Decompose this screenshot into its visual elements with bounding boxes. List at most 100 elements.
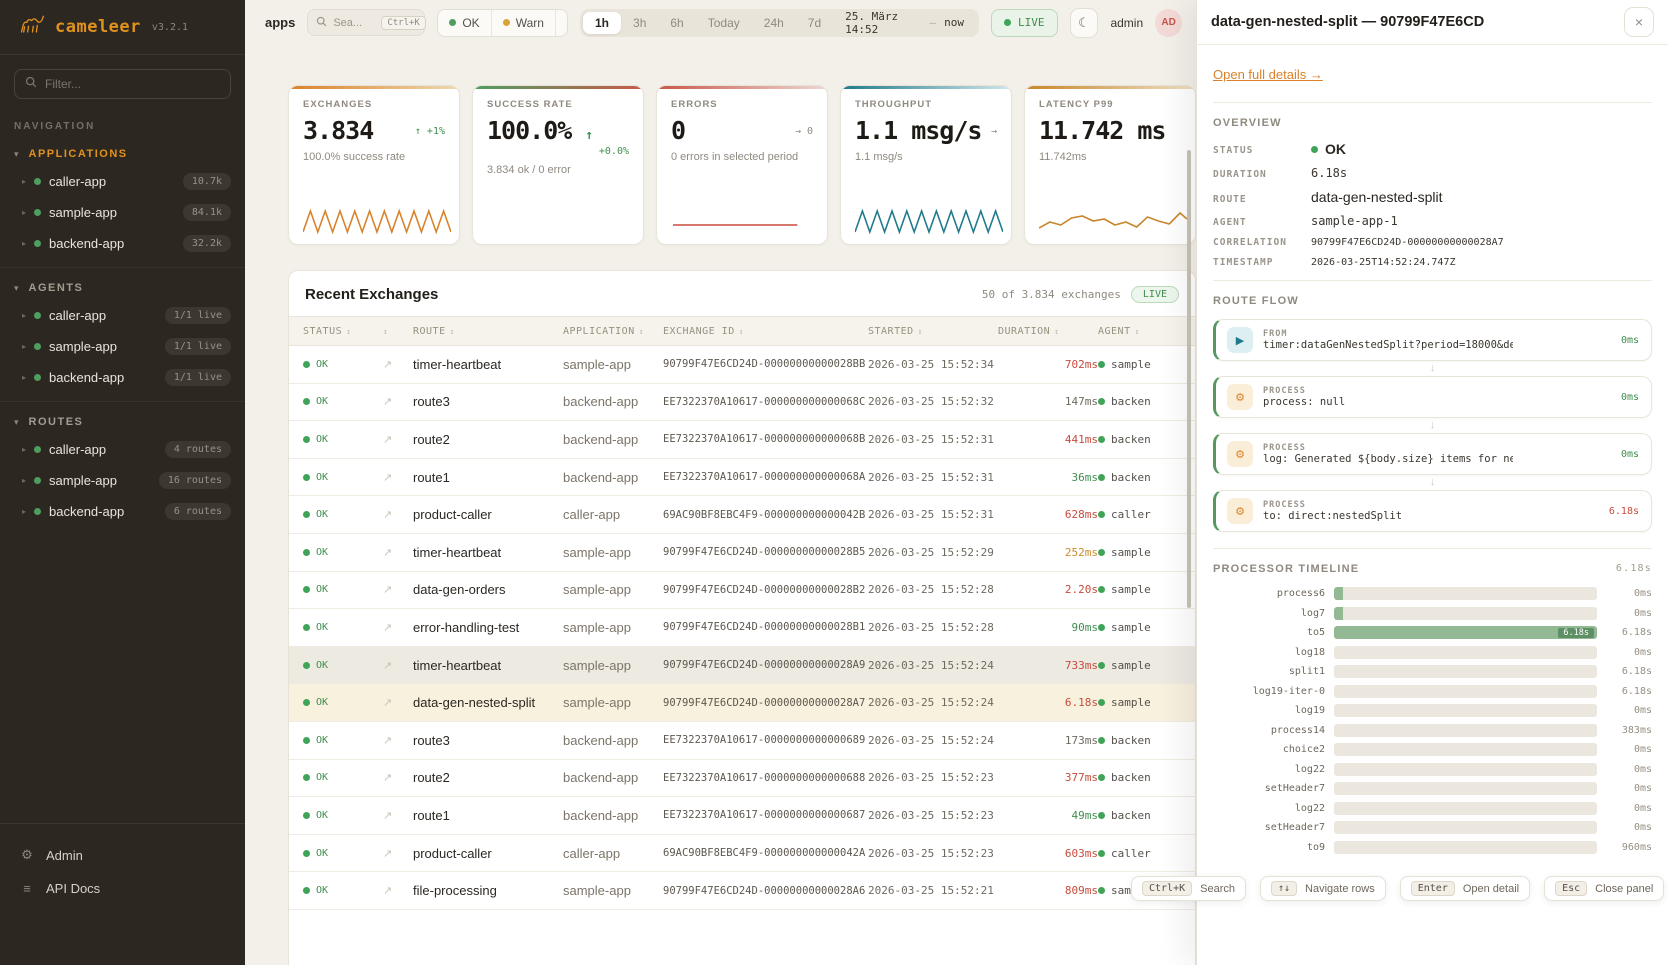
- table-row[interactable]: OK ↗ route3 backend-app EE7322370A10617-…: [289, 722, 1195, 760]
- table-row[interactable]: OK ↗ error-handling-test sample-app 9079…: [289, 609, 1195, 647]
- table-row[interactable]: OK ↗ timer-heartbeat sample-app 90799F47…: [289, 346, 1195, 384]
- avatar[interactable]: AD: [1155, 9, 1182, 37]
- table-row[interactable]: OK ↗ route2 backend-app EE7322370A10617-…: [289, 421, 1195, 459]
- section-header-agents[interactable]: ▾ AGENTS: [0, 272, 245, 300]
- open-link-icon[interactable]: ↗: [383, 659, 413, 672]
- table-row[interactable]: OK ↗ timer-heartbeat sample-app 90799F47…: [289, 647, 1195, 685]
- timeline-row-choice2[interactable]: choice2 0ms: [1213, 743, 1652, 756]
- sidebar-filter[interactable]: [14, 69, 231, 99]
- timeline-row-log22[interactable]: log22 0ms: [1213, 763, 1652, 776]
- open-link-icon[interactable]: ↗: [383, 358, 413, 371]
- table-row[interactable]: OK ↗ file-processing sample-app 90799F47…: [289, 872, 1195, 910]
- open-link-icon[interactable]: ↗: [383, 546, 413, 559]
- open-link-icon[interactable]: ↗: [383, 734, 413, 747]
- live-button[interactable]: LIVE: [991, 9, 1058, 37]
- theme-toggle-button[interactable]: ☾: [1070, 8, 1099, 38]
- open-link-icon[interactable]: ↗: [383, 621, 413, 634]
- flow-step-1[interactable]: ▶ FROM timer:dataGenNestedSplit?period=1…: [1213, 319, 1652, 361]
- column-header-link[interactable]: ↕: [383, 327, 413, 336]
- flow-step-2[interactable]: ⚙ PROCESS process: null 0ms: [1213, 376, 1652, 418]
- open-link-icon[interactable]: ↗: [383, 809, 413, 822]
- range-1h[interactable]: 1h: [583, 12, 621, 34]
- table-row[interactable]: OK ↗ route2 backend-app EE7322370A10617-…: [289, 760, 1195, 798]
- table-row[interactable]: OK ↗ timer-heartbeat sample-app 90799F47…: [289, 534, 1195, 572]
- sidebar-item-sample-app[interactable]: ▸ sample-app 84.1k: [0, 197, 245, 228]
- sidebar-item-caller-app[interactable]: ▸ caller-app 1/1 live: [0, 300, 245, 331]
- open-full-details-link[interactable]: Open full details →: [1213, 67, 1323, 82]
- table-row[interactable]: OK ↗ data-gen-nested-split sample-app 90…: [289, 684, 1195, 722]
- sidebar-footer-admin[interactable]: ⚙ Admin: [20, 838, 225, 872]
- timeline-row-log7[interactable]: log7 0ms: [1213, 607, 1652, 620]
- stat-card-throughput[interactable]: THROUGHPUT 1.1 msg/s → 1.1 msg/s: [840, 85, 1012, 245]
- range-today[interactable]: Today: [696, 12, 752, 34]
- open-link-icon[interactable]: ↗: [383, 471, 413, 484]
- column-header-agent[interactable]: AGENT↕: [1098, 326, 1168, 337]
- timeline-row-log19[interactable]: log19 0ms: [1213, 704, 1652, 717]
- status-filter-ok[interactable]: OK: [438, 10, 491, 36]
- timeline-value: 0ms: [1606, 822, 1652, 833]
- sidebar-item-sample-app[interactable]: ▸ sample-app 1/1 live: [0, 331, 245, 362]
- stat-card-errors[interactable]: ERRORS 0 → 0 0 errors in selected period: [656, 85, 828, 245]
- status-filter-warn[interactable]: Warn: [492, 10, 556, 36]
- section-header-routes[interactable]: ▾ ROUTES: [0, 406, 245, 434]
- sidebar-item-backend-app[interactable]: ▸ backend-app 6 routes: [0, 496, 245, 527]
- open-link-icon[interactable]: ↗: [383, 508, 413, 521]
- status-filter-e[interactable]: E: [556, 10, 568, 36]
- sidebar-item-sample-app[interactable]: ▸ sample-app 16 routes: [0, 465, 245, 496]
- table-row[interactable]: OK ↗ product-caller caller-app 69AC90BF8…: [289, 496, 1195, 534]
- timeline-row-log19-iter-0[interactable]: log19-iter-0 6.18s: [1213, 685, 1652, 698]
- sidebar-footer-api docs[interactable]: ≡ API Docs: [20, 872, 225, 905]
- timeline-row-log22[interactable]: log22 0ms: [1213, 802, 1652, 815]
- stat-card-latency p99[interactable]: LATENCY P99 11.742 ms 11.742ms: [1024, 85, 1196, 245]
- timeline-row-process14[interactable]: process14 383ms: [1213, 724, 1652, 737]
- timeline-value: 0ms: [1606, 764, 1652, 775]
- timeline-row-log18[interactable]: log18 0ms: [1213, 646, 1652, 659]
- table-row[interactable]: OK ↗ route3 backend-app EE7322370A10617-…: [289, 384, 1195, 422]
- sidebar-item-backend-app[interactable]: ▸ backend-app 32.2k: [0, 228, 245, 259]
- timeline-row-to5[interactable]: to5 6.18s 6.18s: [1213, 626, 1652, 639]
- table-row[interactable]: OK ↗ route1 backend-app EE7322370A10617-…: [289, 459, 1195, 497]
- section-header-applications[interactable]: ▾ APPLICATIONS: [0, 138, 245, 166]
- table-row[interactable]: OK ↗ data-gen-orders sample-app 90799F47…: [289, 572, 1195, 610]
- open-link-icon[interactable]: ↗: [383, 433, 413, 446]
- range-7d[interactable]: 7d: [796, 12, 833, 34]
- timeline-row-to9[interactable]: to9 960ms: [1213, 841, 1652, 854]
- range-24h[interactable]: 24h: [752, 12, 796, 34]
- stat-card-success rate[interactable]: SUCCESS RATE 100.0% ↑ +0.0% 3.834 ok / 0…: [472, 85, 644, 245]
- timeline-row-split1[interactable]: split1 6.18s: [1213, 665, 1652, 678]
- open-link-icon[interactable]: ↗: [383, 847, 413, 860]
- card-accent: [841, 86, 1011, 89]
- column-header-status[interactable]: STATUS↕: [303, 326, 383, 337]
- date-range[interactable]: 25. März 14:52 — now: [833, 10, 976, 36]
- table-row[interactable]: OK ↗ route1 backend-app EE7322370A10617-…: [289, 797, 1195, 835]
- column-header-application[interactable]: APPLICATION↕: [563, 326, 663, 337]
- open-link-icon[interactable]: ↗: [383, 884, 413, 897]
- table-row[interactable]: OK ↗ product-caller caller-app 69AC90BF8…: [289, 835, 1195, 873]
- range-6h[interactable]: 6h: [658, 12, 695, 34]
- column-header-route[interactable]: ROUTE↕: [413, 326, 563, 337]
- open-link-icon[interactable]: ↗: [383, 696, 413, 709]
- column-header-started[interactable]: STARTED↕: [868, 326, 998, 337]
- chevron-right-icon: ▸: [22, 373, 26, 382]
- open-link-icon[interactable]: ↗: [383, 771, 413, 784]
- flow-step-3[interactable]: ⚙ PROCESS log: Generated ${body.size} it…: [1213, 433, 1652, 475]
- timeline-bar: [1334, 841, 1597, 854]
- main-scrollbar[interactable]: [1187, 150, 1191, 608]
- column-header-duration[interactable]: DURATION↕: [998, 326, 1098, 337]
- timeline-row-setHeader7[interactable]: setHeader7 0ms: [1213, 821, 1652, 834]
- sidebar-item-caller-app[interactable]: ▸ caller-app 10.7k: [0, 166, 245, 197]
- stat-card-exchanges[interactable]: EXCHANGES 3.834 ↑ +1% 100.0% success rat…: [288, 85, 460, 245]
- timeline-row-setHeader7[interactable]: setHeader7 0ms: [1213, 782, 1652, 795]
- timeline-row-process6[interactable]: process6 0ms: [1213, 587, 1652, 600]
- column-header-exchange id[interactable]: EXCHANGE ID↕: [663, 326, 868, 337]
- sidebar-item-caller-app[interactable]: ▸ caller-app 4 routes: [0, 434, 245, 465]
- sidebar-item-backend-app[interactable]: ▸ backend-app 1/1 live: [0, 362, 245, 393]
- flow-step-4[interactable]: ⚙ PROCESS to: direct:nestedSplit 6.18s: [1213, 490, 1652, 532]
- open-link-icon[interactable]: ↗: [383, 395, 413, 408]
- global-search[interactable]: Ctrl+K: [307, 9, 425, 36]
- range-3h[interactable]: 3h: [621, 12, 658, 34]
- open-link-icon[interactable]: ↗: [383, 583, 413, 596]
- search-input[interactable]: [333, 17, 375, 29]
- close-panel-button[interactable]: ×: [1624, 7, 1654, 37]
- filter-input[interactable]: [45, 77, 220, 91]
